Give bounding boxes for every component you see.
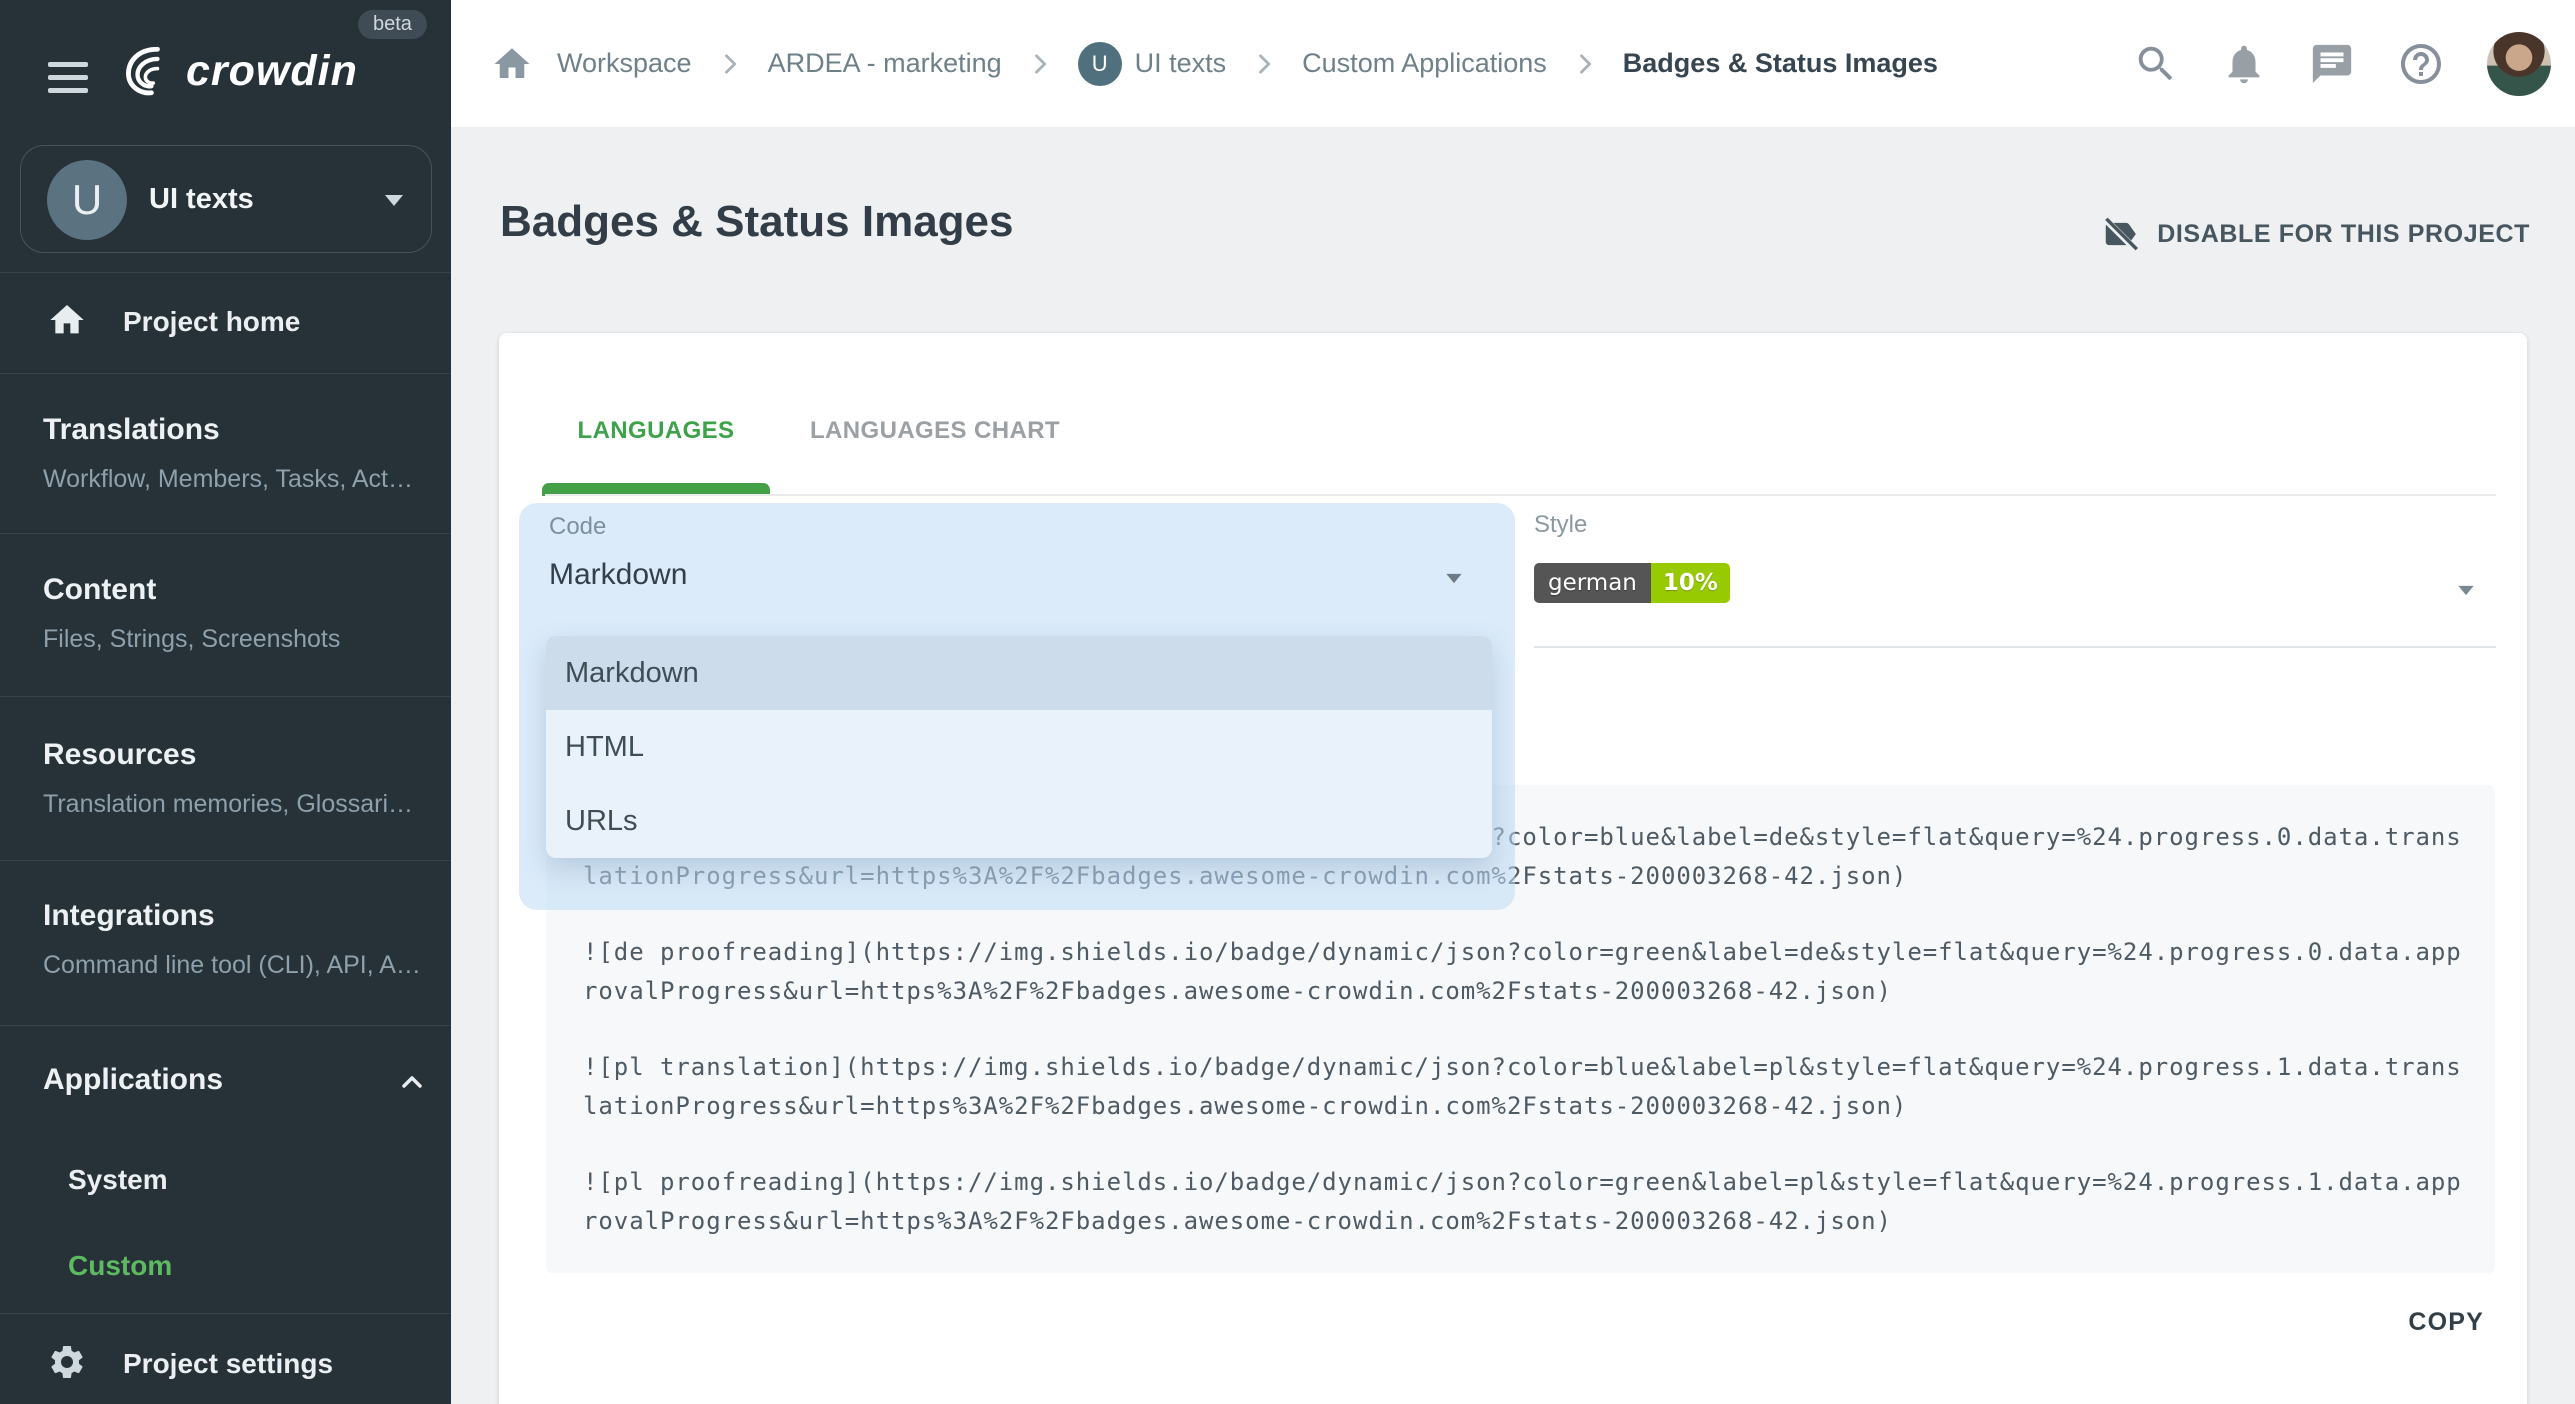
divider — [0, 860, 451, 861]
chevron-down-icon — [385, 195, 403, 206]
sidebar-item-integrations[interactable]: Integrations Command line tool (CLI), AP… — [43, 899, 423, 980]
chevron-right-icon — [1250, 50, 1278, 78]
breadcrumb-label: UI texts — [1135, 48, 1227, 79]
sidebar-item-content[interactable]: Content Files, Strings, Screenshots — [43, 573, 423, 654]
code-line: ![de proofreading](https://img.shields.i… — [583, 933, 2495, 972]
gear-icon — [47, 1342, 87, 1382]
topbar: Workspace ARDEA - marketing U UI texts C… — [451, 0, 2575, 127]
bell-icon[interactable] — [2221, 41, 2267, 87]
disable-for-project-button[interactable]: DISABLE FOR THIS PROJECT — [2101, 215, 2530, 253]
code-select-highlight: Code Markdown Markdown HTML URLs — [519, 503, 1515, 910]
home-icon[interactable] — [491, 43, 533, 85]
sidebar-item-system[interactable]: System — [68, 1164, 168, 1196]
project-avatar: U — [1078, 42, 1122, 86]
code-line: rovalProgress&url=https%3A%2F%2Fbadges.a… — [583, 972, 2495, 1011]
section-title: Resources — [43, 738, 423, 772]
code-select-menu: Markdown HTML URLs — [546, 636, 1492, 858]
chevron-right-icon — [1026, 50, 1054, 78]
app-window: crowdin beta U UI texts Project home Tra… — [0, 0, 2575, 1404]
section-subtitle: Translation memories, Glossari… — [43, 790, 423, 819]
section-title: Translations — [43, 413, 423, 447]
tab-languages-chart[interactable]: LANGUAGES CHART — [770, 417, 1100, 445]
beta-badge: beta — [358, 10, 427, 39]
divider — [0, 1025, 451, 1026]
chevron-up-icon[interactable] — [396, 1066, 428, 1098]
divider — [545, 494, 2496, 496]
main-content: Badges & Status Images DISABLE FOR THIS … — [451, 127, 2575, 1404]
sidebar-item-translations[interactable]: Translations Workflow, Members, Tasks, A… — [43, 413, 423, 494]
divider — [0, 696, 451, 697]
project-name: UI texts — [149, 183, 254, 216]
code-select-label: Code — [549, 513, 606, 541]
crowdin-mark-icon — [120, 42, 178, 100]
topbar-actions — [2133, 0, 2551, 127]
disable-button-label: DISABLE FOR THIS PROJECT — [2157, 220, 2530, 249]
menu-item-markdown[interactable]: Markdown — [546, 636, 1492, 710]
divider — [0, 272, 451, 273]
divider — [0, 1313, 451, 1314]
breadcrumb-item-ui-texts[interactable]: U UI texts — [1078, 42, 1227, 86]
user-avatar[interactable] — [2487, 32, 2551, 96]
copy-button[interactable]: COPY — [2408, 1308, 2484, 1337]
sidebar-item-applications[interactable]: Applications — [43, 1063, 423, 1097]
project-avatar: U — [47, 160, 127, 240]
breadcrumb-item-workspace[interactable]: Workspace — [557, 48, 692, 79]
label-off-icon — [2101, 215, 2139, 253]
chat-icon[interactable] — [2309, 41, 2355, 87]
divider — [0, 373, 451, 374]
menu-item-html[interactable]: HTML — [546, 710, 1492, 784]
section-subtitle: Workflow, Members, Tasks, Act… — [43, 465, 423, 494]
style-badge-preview: german 10% — [1534, 563, 1730, 603]
chevron-down-icon[interactable] — [1446, 574, 1461, 583]
chevron-down-icon[interactable] — [2458, 586, 2473, 595]
badge-progress-value: 10% — [1651, 563, 1730, 603]
section-title: Content — [43, 573, 423, 607]
section-subtitle: Command line tool (CLI), API, A… — [43, 951, 423, 980]
breadcrumb: Workspace ARDEA - marketing U UI texts C… — [491, 0, 1938, 127]
crowdin-logo[interactable]: crowdin — [120, 42, 358, 100]
divider — [0, 533, 451, 534]
tab-languages[interactable]: LANGUAGES — [542, 417, 770, 445]
search-icon[interactable] — [2133, 41, 2179, 87]
sidebar-item-label: Project settings — [123, 1348, 333, 1380]
chevron-right-icon — [1571, 50, 1599, 78]
breadcrumb-item-ardea-marketing[interactable]: ARDEA - marketing — [768, 48, 1002, 79]
page-title: Badges & Status Images — [500, 197, 1014, 247]
home-icon — [47, 300, 87, 340]
code-line: ![pl proofreading](https://img.shields.i… — [583, 1163, 2495, 1202]
badges-card: LANGUAGES LANGUAGES CHART Style german 1… — [499, 333, 2527, 1404]
breadcrumb-item-current-page: Badges & Status Images — [1623, 48, 1938, 79]
help-icon[interactable] — [2397, 40, 2445, 88]
sidebar-item-resources[interactable]: Resources Translation memories, Glossari… — [43, 738, 423, 819]
logo-text: crowdin — [186, 47, 358, 96]
breadcrumb-item-custom-applications[interactable]: Custom Applications — [1302, 48, 1547, 79]
code-line: ![pl translation](https://img.shields.io… — [583, 1048, 2495, 1087]
badge-language-label: german — [1534, 563, 1651, 603]
project-selector[interactable]: U UI texts — [20, 145, 432, 253]
sidebar: crowdin beta U UI texts Project home Tra… — [0, 0, 451, 1404]
sidebar-item-label: Project home — [123, 306, 300, 338]
section-title: Integrations — [43, 899, 423, 933]
section-subtitle: Files, Strings, Screenshots — [43, 625, 423, 654]
section-title: Applications — [43, 1063, 423, 1097]
sidebar-item-custom[interactable]: Custom — [68, 1250, 172, 1282]
code-line: lationProgress&url=https%3A%2F%2Fbadges.… — [583, 1087, 2495, 1126]
code-line: rovalProgress&url=https%3A%2F%2Fbadges.a… — [583, 1202, 2495, 1241]
chevron-right-icon — [716, 50, 744, 78]
menu-icon[interactable] — [48, 62, 88, 94]
style-select-underline — [1534, 646, 2496, 648]
code-select-value[interactable]: Markdown — [549, 558, 687, 592]
menu-item-urls[interactable]: URLs — [546, 784, 1492, 858]
style-select-label: Style — [1534, 511, 1587, 539]
